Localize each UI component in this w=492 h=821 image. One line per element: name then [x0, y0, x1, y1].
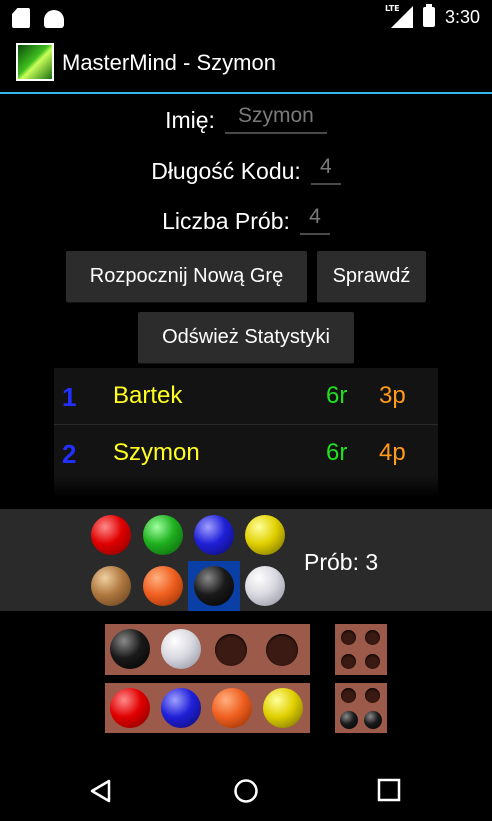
feedback-row-1 — [335, 624, 387, 675]
rank: 2 — [62, 439, 77, 469]
points: 4p — [379, 439, 406, 466]
feedback-black-peg — [364, 711, 382, 729]
app-title: MasterMind - Szymon — [62, 50, 276, 75]
rank: 1 — [62, 382, 77, 412]
guess-row-1[interactable] — [105, 624, 310, 675]
clock: 3:30 — [444, 6, 480, 27]
check-button[interactable]: Sprawdź — [317, 251, 426, 302]
home-icon[interactable] — [233, 778, 259, 804]
new-game-button[interactable]: Rozpocznij Nową Grę — [66, 251, 307, 302]
guess-peg[interactable] — [110, 688, 150, 728]
guess-peg[interactable] — [212, 688, 252, 728]
feedback-slot — [341, 654, 356, 669]
peg-red[interactable] — [91, 515, 131, 555]
code-length-input[interactable]: 4 — [310, 155, 341, 185]
refresh-stats-button[interactable]: Odśwież Statystyki — [138, 312, 354, 363]
signal-icon: LTE — [385, 4, 413, 28]
list-item[interactable]: 1 Bartek 6r 3p — [54, 368, 438, 425]
action-bar: MasterMind - Szymon — [0, 36, 492, 94]
sd-card-icon — [12, 8, 30, 28]
peg-black[interactable] — [194, 566, 234, 606]
name-input[interactable]: Szymon — [224, 104, 327, 134]
feedback-slot — [365, 630, 380, 645]
guess-peg[interactable] — [263, 688, 303, 728]
list-item[interactable]: 2 Szymon 6r 4p — [54, 425, 438, 482]
feedback-black-peg — [340, 711, 358, 729]
app-logo-icon — [16, 43, 54, 81]
status-bar: LTE 3:30 — [0, 0, 492, 36]
guess-peg[interactable] — [161, 629, 201, 669]
feedback-slot — [365, 688, 380, 703]
tries-input[interactable]: 4 — [299, 205, 330, 235]
peg-blue[interactable] — [194, 515, 234, 555]
guess-row-2[interactable] — [105, 683, 310, 733]
player-name: Bartek — [113, 382, 183, 409]
points: 3p — [379, 382, 406, 409]
peg-yellow[interactable] — [245, 515, 285, 555]
feedback-slot — [341, 688, 356, 703]
navigation-bar — [0, 760, 492, 821]
battery-icon — [422, 4, 435, 27]
color-palette: Prób: 3 — [0, 509, 492, 611]
stats-list[interactable]: 1 Bartek 6r 3p 2 Szymon 6r 4p — [54, 368, 438, 498]
peg-tan[interactable] — [91, 566, 131, 606]
player-name: Szymon — [113, 439, 200, 466]
name-label: Imię: — [165, 107, 215, 133]
feedback-row-2 — [335, 683, 387, 733]
name-row: Imię: Szymon — [0, 104, 492, 134]
feedback-slot — [341, 630, 356, 645]
tries-label: Liczba Prób: — [162, 208, 290, 234]
android-debug-icon — [44, 10, 64, 28]
guess-peg[interactable] — [110, 629, 150, 669]
peg-green[interactable] — [143, 515, 183, 555]
code-length-row: Długość Kodu: 4 — [0, 155, 492, 185]
tries-row: Liczba Prób: 4 — [0, 205, 492, 235]
guess-peg[interactable] — [161, 688, 201, 728]
peg-orange[interactable] — [143, 566, 183, 606]
rounds: 6r — [326, 382, 348, 409]
empty-slot[interactable] — [215, 634, 247, 666]
tries-remaining: Prób: 3 — [304, 549, 379, 575]
peg-white[interactable] — [245, 566, 285, 606]
recent-apps-icon[interactable] — [377, 778, 401, 802]
back-icon[interactable] — [88, 778, 114, 804]
feedback-slot — [365, 654, 380, 669]
code-length-label: Długość Kodu: — [151, 158, 301, 184]
empty-slot[interactable] — [266, 634, 298, 666]
rounds: 6r — [326, 439, 348, 466]
